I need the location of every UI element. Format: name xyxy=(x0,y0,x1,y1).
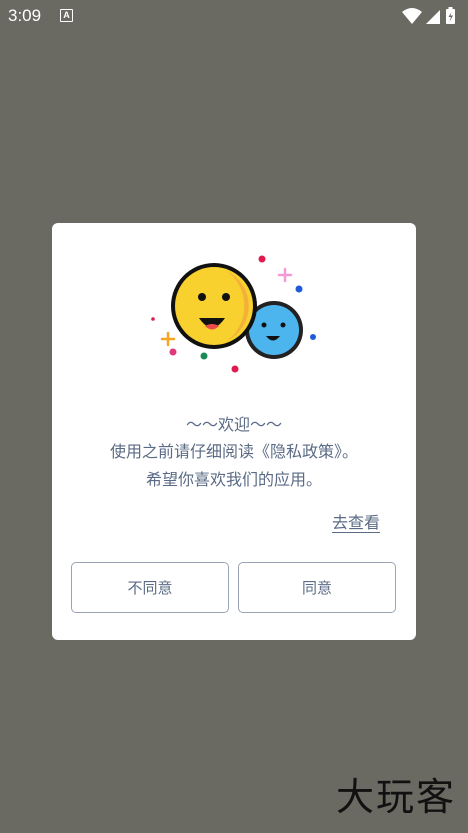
privacy-dialog: ～～欢迎～～ 使用之前请仔细阅读《隐私政策》。 希望你喜欢我们的应用。 去查看 … xyxy=(52,223,416,640)
welcome-title: ～～欢迎～～ xyxy=(185,415,282,434)
disagree-button[interactable]: 不同意 xyxy=(71,562,229,613)
agree-button[interactable]: 同意 xyxy=(238,562,396,613)
signal-icon xyxy=(426,10,440,24)
status-time: 3:09 xyxy=(8,6,42,25)
welcome-message: 希望你喜欢我们的应用。 xyxy=(145,470,322,489)
view-privacy-link[interactable]: 去查看 xyxy=(332,509,380,533)
notification-icon: A xyxy=(60,9,73,22)
status-bar: 3:09 A xyxy=(0,0,468,32)
smiley-faces-illustration xyxy=(151,255,316,373)
privacy-notice-text: 使用之前请仔细阅读《隐私政策》。 xyxy=(109,442,358,461)
status-icons xyxy=(400,6,460,24)
watermark-logo: 大玩客 xyxy=(335,775,456,819)
battery-charging-icon xyxy=(446,7,455,24)
wifi-icon xyxy=(402,8,422,24)
